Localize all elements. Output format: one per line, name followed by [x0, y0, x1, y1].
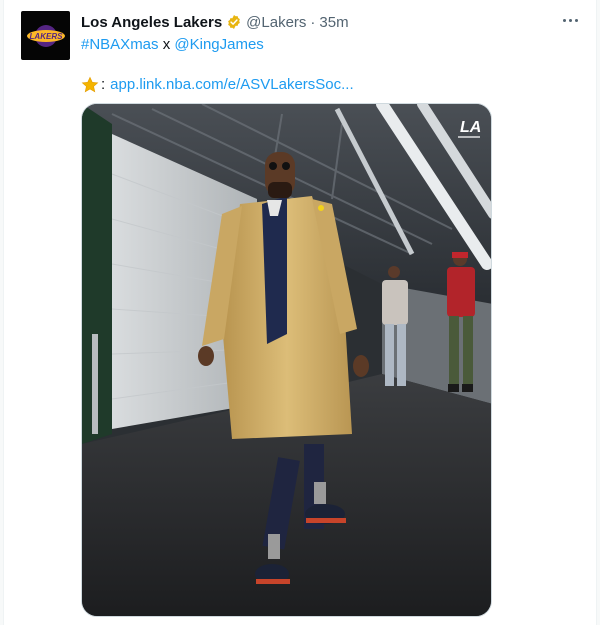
lakers-watermark-icon: LA	[458, 119, 481, 138]
author-name[interactable]: Los Angeles Lakers	[81, 14, 222, 31]
connector-text: x	[162, 36, 171, 53]
author-handle[interactable]: @Lakers	[246, 14, 306, 31]
more-dot	[574, 18, 578, 22]
hashtag-link[interactable]: #NBAXmas	[81, 36, 159, 53]
tweet-text-line-1: #NBAXmas x @KingJames	[81, 35, 264, 55]
tweet-card[interactable]: LAKERS Los Angeles Lakers @Lakers · 35m …	[3, 0, 597, 625]
tweet-timestamp[interactable]: 35m	[319, 14, 348, 31]
tweet-text-line-2: : app.link.nba.com/e/ASVLakersSoc...	[81, 75, 354, 95]
tweet-photo[interactable]: LA	[81, 103, 492, 617]
tweet-header: Los Angeles Lakers @Lakers · 35m	[81, 12, 349, 32]
star-emoji-icon	[81, 76, 99, 93]
avatar-logo-text: LAKERS	[29, 32, 63, 41]
separator-dot: ·	[310, 13, 316, 31]
more-dot	[562, 18, 566, 22]
stanchion-pole	[92, 334, 98, 434]
photo-logo-text: LA	[460, 119, 481, 136]
lakers-logo-icon: LAKERS	[26, 24, 65, 47]
external-link[interactable]: app.link.nba.com/e/ASVLakersSoc...	[110, 75, 353, 95]
more-dot	[568, 18, 572, 22]
more-options-icon[interactable]	[558, 10, 582, 30]
link-prefix: :	[101, 76, 106, 93]
mention-link[interactable]: @KingJames	[174, 36, 263, 53]
author-avatar[interactable]: LAKERS	[21, 11, 70, 60]
photo-tunnel-walk: LA	[82, 104, 491, 616]
verified-badge-icon	[228, 15, 241, 29]
